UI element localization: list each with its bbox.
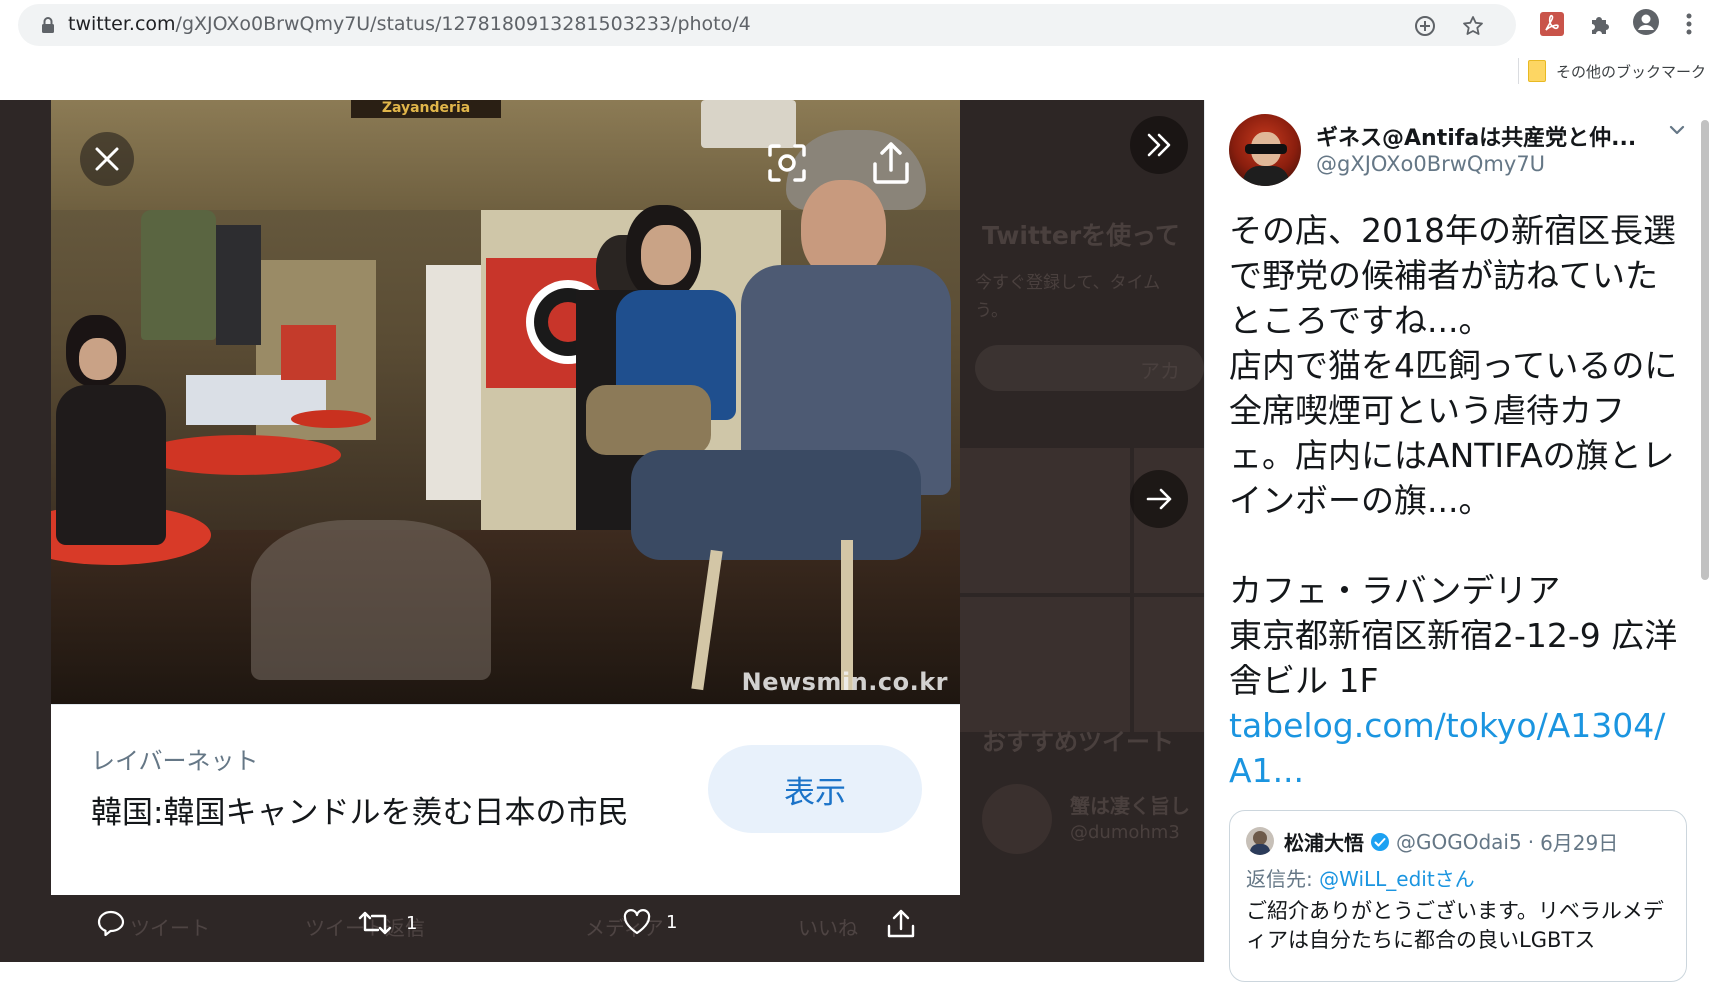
url-host: twitter.com xyxy=(68,13,176,35)
bg-rec-name: 蟹は凄く旨し xyxy=(1070,794,1190,818)
quote-separator: · xyxy=(1527,829,1535,854)
bg-rec-avatar xyxy=(982,784,1052,854)
like-icon xyxy=(623,909,651,935)
bg-thumb-4 xyxy=(1134,597,1204,732)
url-text[interactable]: twitter.com/gXJOXo0BrwQmy7U/status/12781… xyxy=(68,13,751,35)
photo-watermark: Newsmin.co.kr xyxy=(741,668,948,696)
link-card-source: レイバーネット xyxy=(91,747,259,775)
quote-reply-to: 返信先: @WiLL_editさん xyxy=(1246,863,1475,892)
quoted-tweet[interactable]: 松浦大悟 @GOGOdai5 · 6月29日 返信先: @WiLL_editさん… xyxy=(1229,810,1687,982)
other-bookmarks[interactable]: その他のブックマーク xyxy=(1528,56,1706,86)
bookmark-label: その他のブックマーク xyxy=(1556,62,1707,81)
share-photo-button[interactable] xyxy=(864,136,918,190)
bg-heading: Twitterを使って xyxy=(982,221,1180,250)
ghost-label-reply: ツイート xyxy=(130,916,210,940)
next-photo-button[interactable] xyxy=(1130,470,1188,528)
photo-shirt xyxy=(141,210,216,340)
chevron-down-icon[interactable] xyxy=(1667,120,1687,140)
menu-icon[interactable] xyxy=(1682,10,1696,38)
pdf-extension-icon[interactable] xyxy=(1538,10,1566,38)
bg-subtext: 今すぐ登録して、タイム xyxy=(975,273,1161,293)
url-path: /gXJOXo0BrwQmy7U/status/1278180913281503… xyxy=(175,13,751,35)
collapse-panel-icon xyxy=(1147,133,1171,157)
link-card[interactable]: レイバーネット 韓国:韓国キャンドルを羨む日本の市民 表示 xyxy=(51,704,960,895)
retweet-icon xyxy=(358,911,392,935)
bg-thumb-3 xyxy=(960,597,1130,732)
quote-header: 松浦大悟 @GOGOdai5 · 6月29日 xyxy=(1284,827,1618,856)
bg-signup-button: アカ xyxy=(975,345,1204,391)
reply-button[interactable] xyxy=(96,908,126,938)
retweet-button[interactable]: 1 xyxy=(358,908,417,938)
photo-person-left-body xyxy=(56,385,166,545)
add-icon[interactable] xyxy=(1413,14,1437,38)
bg-signup-label: アカ xyxy=(1140,359,1180,383)
bg-subtext-2: う。 xyxy=(975,301,1008,321)
author-avatar[interactable] xyxy=(1229,114,1301,186)
tweet-photo[interactable]: Zayanderia Newsmin.co.kr xyxy=(51,100,960,704)
account-icon[interactable] xyxy=(1632,8,1660,36)
photo-person-left-face xyxy=(79,338,117,380)
quote-author-name: 松浦大悟 xyxy=(1284,831,1364,855)
quote-author-handle: @GOGOdai5 xyxy=(1396,829,1522,854)
bg-thumb-1 xyxy=(960,448,1130,593)
reply-prefix: 返信先: xyxy=(1246,867,1313,891)
verified-icon xyxy=(1371,832,1389,851)
photo-table-1 xyxy=(141,435,341,475)
scan-icon xyxy=(768,144,806,182)
close-icon xyxy=(95,147,119,171)
next-icon xyxy=(1146,488,1172,510)
author-handle[interactable]: @gXJOXo0BrwQmy7U xyxy=(1316,152,1545,176)
share-icon xyxy=(887,909,915,938)
panel-scrollbar[interactable] xyxy=(1701,120,1709,580)
photo-sign: Zayanderia xyxy=(351,100,501,118)
bg-rec-handle: @dumohm3 xyxy=(1070,822,1180,843)
close-button[interactable] xyxy=(80,132,134,186)
like-count: 1 xyxy=(666,911,678,933)
like-button[interactable]: 1 xyxy=(622,908,677,936)
photo-chair xyxy=(251,520,491,680)
bookmark-separator xyxy=(1518,58,1519,84)
quote-date: 6月29日 xyxy=(1540,831,1619,855)
photo-action-bar: ツイート ツイート返信 メディア いいね 1 1 xyxy=(0,894,960,962)
address-bar[interactable]: twitter.com/gXJOXo0BrwQmy7U/status/12781… xyxy=(18,4,1516,46)
ghost-label-share: いいね xyxy=(798,916,858,940)
reply-icon xyxy=(97,910,125,937)
browser-chrome: twitter.com/gXJOXo0BrwQmy7U/status/12781… xyxy=(0,0,1710,100)
tweet-panel: ギネス@Antifaは共産党と仲... @gXJOXo0BrwQmy7U その店… xyxy=(1204,100,1710,982)
share-icon xyxy=(873,142,909,184)
photo-table-3 xyxy=(291,410,371,428)
photo-curtain xyxy=(426,265,481,500)
tweet-body: その店、2018年の新宿区長選で野党の候補者が訪ねていたところですね...。 店… xyxy=(1229,208,1679,793)
author-display-name[interactable]: ギネス@Antifaは共産党と仲... xyxy=(1316,120,1636,152)
folder-icon xyxy=(1528,60,1546,82)
photo-person-blue-legs xyxy=(586,385,711,455)
photo-red-box xyxy=(281,325,336,380)
puzzle-icon[interactable] xyxy=(1586,10,1614,38)
link-card-title[interactable]: 韓国:韓国キャンドルを羨む日本の市民 xyxy=(91,789,651,838)
lock-icon[interactable] xyxy=(38,15,58,35)
photo-person-right-legs xyxy=(631,450,921,560)
retweet-count: 1 xyxy=(406,912,418,934)
bg-recommended: おすすめツイート xyxy=(982,728,1174,756)
scan-button[interactable] xyxy=(760,136,814,190)
share-tweet-button[interactable] xyxy=(886,908,916,940)
quote-body: ご紹介ありがとうございます。リベラルメディアは自分たちに都合の良いLGBTス xyxy=(1246,899,1664,952)
tweet-link[interactable]: tabelog.com/tokyo/A1304/A1... xyxy=(1229,706,1665,790)
quote-avatar xyxy=(1246,827,1274,855)
show-button[interactable]: 表示 xyxy=(708,745,922,833)
tweet-text: その店、2018年の新宿区長選で野党の候補者が訪ねていたところですね...。 店… xyxy=(1229,211,1678,700)
photo-person-blue-face xyxy=(641,225,691,285)
photo-shirt-dark xyxy=(216,225,261,345)
reply-mention[interactable]: @WiLL_editさん xyxy=(1319,867,1475,891)
collapse-panel-button[interactable] xyxy=(1130,116,1188,174)
star-icon[interactable] xyxy=(1461,14,1485,38)
